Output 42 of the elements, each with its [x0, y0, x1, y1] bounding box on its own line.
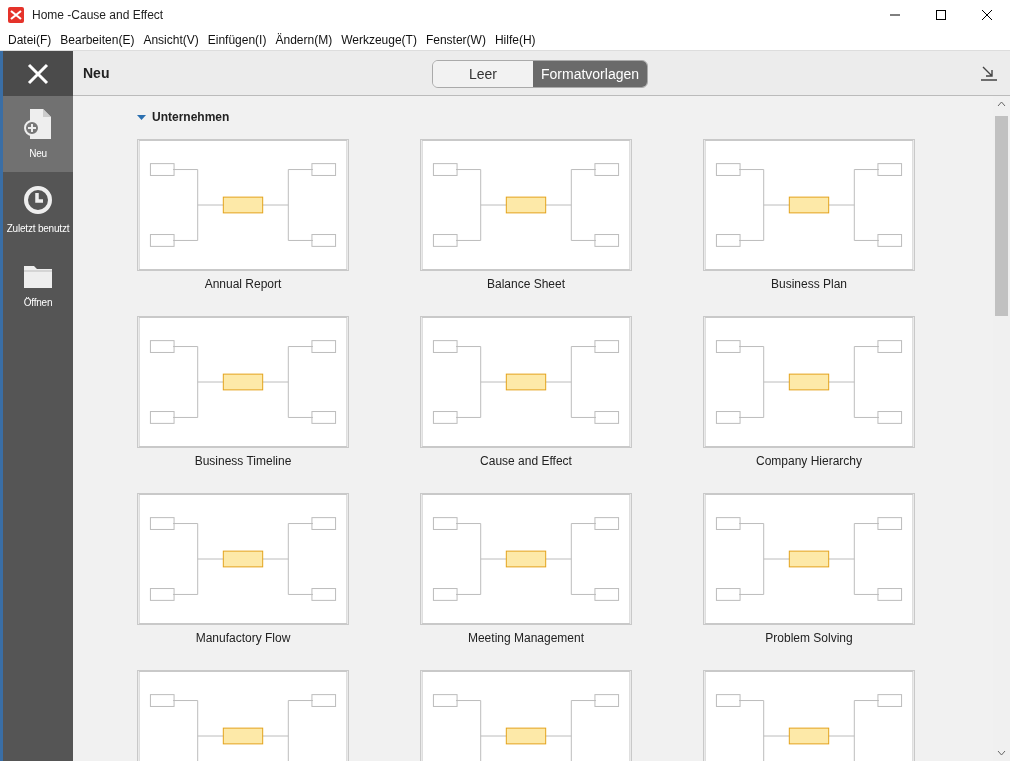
menu-item[interactable]: Bearbeiten(E)	[56, 31, 139, 49]
template-label: Business Plan	[770, 276, 847, 293]
sidebar-item[interactable]: Neu	[3, 96, 73, 172]
template-label: Cause and Effect	[480, 453, 572, 470]
template-preview-drawing[interactable]	[420, 139, 632, 271]
menu-item[interactable]: Ansicht(V)	[139, 31, 203, 49]
template-label: Manufactory Flow	[195, 630, 291, 647]
template-label: Balance Sheet	[486, 276, 566, 293]
close-icon	[27, 62, 49, 85]
menu-item[interactable]: Datei(F)	[4, 31, 56, 49]
new-document-icon	[23, 107, 53, 140]
download-icon[interactable]	[980, 65, 998, 81]
menu-item[interactable]: Ändern(M)	[271, 31, 337, 49]
menu-item[interactable]: Hilfe(H)	[490, 31, 540, 49]
scroll-thumb[interactable]	[995, 116, 1008, 316]
template-preview-drawing[interactable]	[137, 493, 349, 625]
clock-icon	[23, 184, 53, 215]
template-preview-drawing[interactable]	[137, 139, 349, 271]
template-preview-drawing[interactable]	[703, 493, 915, 625]
app-logo-icon	[8, 7, 24, 23]
template-label: Annual Report	[204, 276, 282, 293]
template-preview-drawing[interactable]	[420, 316, 632, 448]
template-label: Meeting Management	[467, 630, 585, 647]
window-title: Home -Cause and Effect	[32, 7, 164, 24]
template-preview-drawing[interactable]	[137, 316, 349, 448]
template-preview-drawing[interactable]	[420, 493, 632, 625]
collapse-triangle-icon[interactable]	[137, 112, 146, 122]
template-label: Problem Solving	[765, 630, 853, 647]
template-label: Company Hierarchy	[755, 453, 862, 470]
page-title: Neu	[83, 63, 110, 83]
menu-item[interactable]: Werkzeuge(T)	[337, 31, 421, 49]
segment-tab[interactable]: Leer	[433, 61, 533, 87]
section-title: Unternehmen	[152, 109, 230, 126]
template-preview-drawing[interactable]	[703, 139, 915, 271]
template-label: Business Timeline	[194, 453, 292, 470]
template-preview-drawing[interactable]	[703, 316, 915, 448]
close-button[interactable]	[3, 51, 73, 96]
menu-item[interactable]: Einfügen(I)	[203, 31, 271, 49]
maximize-icon	[936, 10, 946, 20]
segment-tab[interactable]: Formatvorlagen	[533, 61, 648, 87]
close-icon	[982, 10, 992, 20]
menu-item[interactable]: Fenster(W)	[421, 31, 490, 49]
